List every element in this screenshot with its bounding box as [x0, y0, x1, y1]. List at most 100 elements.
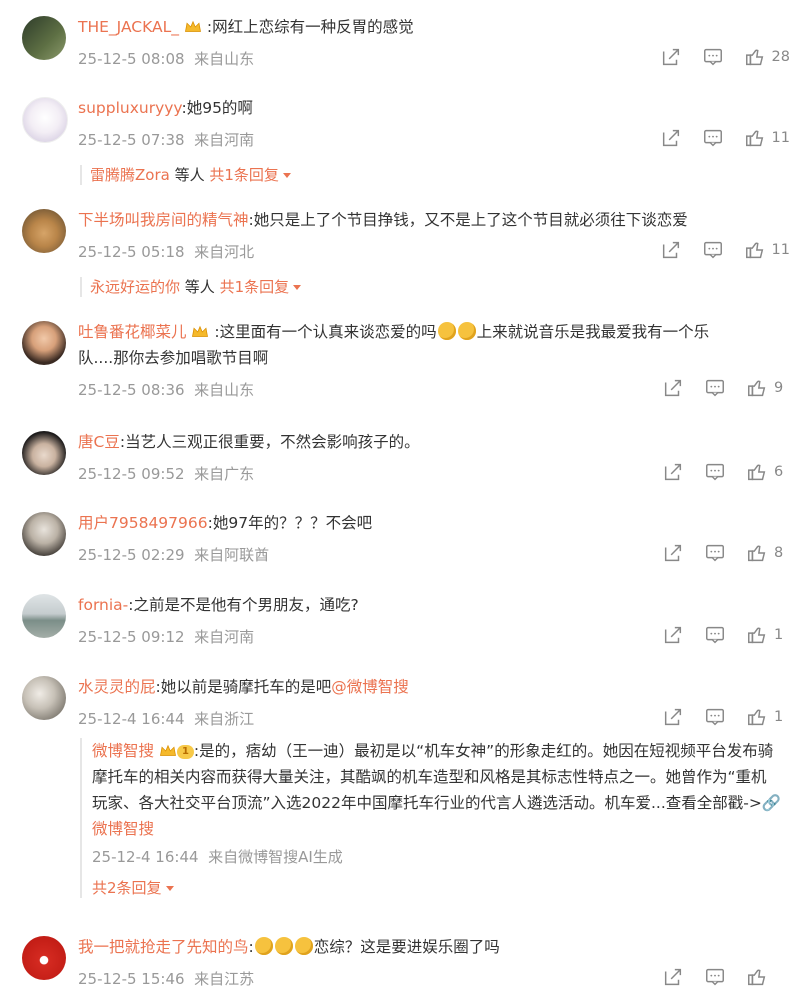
- reply-summary[interactable]: 雷腾腾Zora 等人 共1条回复: [80, 165, 291, 185]
- sub-text: :是的，痞幼（王一迪）最初是以“机车女神”的形象走红的。她因在短视频平台发布骑摩…: [92, 742, 774, 812]
- comment-location: 来自阿联酋: [194, 546, 270, 564]
- comment-text: 她97年的？？？不会吧: [212, 514, 373, 532]
- comment-time: 25-12-5 05:18: [78, 243, 185, 261]
- username[interactable]: fornia-: [78, 596, 128, 614]
- share-icon[interactable]: [660, 542, 686, 564]
- comment-icon[interactable]: [702, 966, 728, 988]
- mention-link[interactable]: @微博智搜: [331, 678, 409, 696]
- avatar[interactable]: [22, 594, 66, 638]
- comment-icon[interactable]: [702, 542, 728, 564]
- chevron-down-icon: [293, 285, 302, 290]
- avatar[interactable]: [22, 16, 66, 60]
- username[interactable]: 水灵灵的屁: [78, 678, 156, 696]
- link-icon: 🔗: [761, 794, 782, 812]
- like-icon[interactable]: [744, 966, 770, 988]
- comment-icon[interactable]: [702, 624, 728, 646]
- emoji-icon: [254, 937, 273, 955]
- share-icon[interactable]: [658, 127, 684, 149]
- username[interactable]: 下半场叫我房间的精气神: [78, 211, 249, 229]
- like-count: 1: [774, 627, 784, 643]
- avatar[interactable]: [22, 936, 66, 980]
- crown-icon: [159, 744, 177, 758]
- avatar[interactable]: [22, 321, 66, 365]
- comment-time: 25-12-5 08:36: [78, 381, 185, 399]
- chevron-down-icon: [165, 886, 174, 891]
- reply-user[interactable]: 雷腾腾Zora: [90, 166, 170, 184]
- ai-reply: 微博智搜 1:是的，痞幼（王一迪）最初是以“机车女神”的形象走红的。她因在短视频…: [80, 738, 782, 898]
- comment-location: 来自河北: [194, 243, 255, 261]
- username[interactable]: 用户7958497966: [78, 514, 208, 532]
- emoji-icon: [294, 937, 313, 955]
- avatar[interactable]: [22, 512, 66, 556]
- share-icon[interactable]: [658, 239, 684, 261]
- crown-icon: [191, 325, 209, 339]
- comment-text: 她以前是骑摩托车的是吧: [160, 678, 332, 696]
- like-icon[interactable]: [742, 239, 768, 261]
- like-icon[interactable]: [744, 542, 770, 564]
- comment-icon[interactable]: [702, 377, 728, 399]
- comment-location: 来自山东: [194, 381, 255, 399]
- comment-icon[interactable]: [700, 46, 726, 68]
- like-count: 8: [774, 545, 784, 561]
- comment-text: 之前是不是他有个男朋友，通吃?: [133, 596, 359, 614]
- share-icon[interactable]: [658, 46, 684, 68]
- reply-count[interactable]: 共1条回复: [220, 278, 290, 296]
- username[interactable]: 我一把就抢走了先知的鸟: [78, 938, 249, 956]
- reply-user[interactable]: 永远好运的你: [90, 278, 180, 296]
- emoji-icon: [437, 322, 456, 340]
- username[interactable]: THE_JACKAL_: [78, 18, 179, 36]
- comment-icon[interactable]: [702, 706, 728, 728]
- username[interactable]: 吐鲁番花椰菜儿: [78, 323, 187, 341]
- comment-text-line2: 队....那你去参加唱歌节目啊: [78, 349, 269, 367]
- like-icon[interactable]: [744, 377, 770, 399]
- like-count: 28: [771, 49, 790, 65]
- username[interactable]: suppluxuryyy: [78, 99, 181, 117]
- like-icon[interactable]: [742, 127, 768, 149]
- sub-reply-count[interactable]: 共2条回复: [92, 877, 782, 898]
- like-icon[interactable]: [744, 706, 770, 728]
- share-icon[interactable]: [660, 377, 686, 399]
- comment-text: 恋综？这是要进娱乐圈了吗: [313, 938, 500, 956]
- like-count: 1: [774, 709, 784, 725]
- like-icon[interactable]: [744, 624, 770, 646]
- comment-location: 来自河南: [194, 628, 255, 646]
- avatar[interactable]: [22, 97, 68, 143]
- comment-time: 25-12-5 09:52: [78, 465, 185, 483]
- sub-username[interactable]: 微博智搜: [92, 742, 154, 760]
- comment-location: 来自浙江: [194, 710, 255, 728]
- comment-location: 来自河南: [194, 131, 255, 149]
- comment-text: 这里面有一个认真来谈恋爱的吗: [219, 323, 437, 341]
- comment-time: 25-12-5 09:12: [78, 628, 185, 646]
- reply-count[interactable]: 共1条回复: [209, 166, 279, 184]
- comment-location: 来自山东: [194, 50, 255, 68]
- avatar[interactable]: [22, 209, 66, 253]
- emoji-icon: [274, 937, 293, 955]
- like-count: 6: [774, 464, 784, 480]
- comment-text: 她95的啊: [186, 99, 253, 117]
- share-icon[interactable]: [660, 461, 686, 483]
- like-icon[interactable]: [742, 46, 768, 68]
- sub-reply-count-label[interactable]: 共2条回复: [92, 879, 162, 897]
- avatar[interactable]: [22, 676, 66, 720]
- reply-summary[interactable]: 永远好运的你 等人 共1条回复: [80, 277, 302, 297]
- level-badge: 1: [176, 745, 194, 759]
- share-icon[interactable]: [660, 624, 686, 646]
- like-count: 9: [774, 380, 784, 396]
- comment-icon[interactable]: [700, 127, 726, 149]
- share-icon[interactable]: [660, 966, 686, 988]
- comment-icon[interactable]: [702, 461, 728, 483]
- avatar[interactable]: [22, 431, 66, 475]
- chevron-down-icon: [282, 173, 291, 178]
- sub-link[interactable]: 微博智搜: [92, 820, 154, 838]
- username[interactable]: 唐C豆: [78, 433, 120, 451]
- comment-icon[interactable]: [700, 239, 726, 261]
- emoji-icon: [457, 322, 476, 340]
- like-icon[interactable]: [744, 461, 770, 483]
- comment-time: 25-12-5 07:38: [78, 131, 185, 149]
- comment-time: 25-12-5 15:46: [78, 970, 185, 988]
- like-count: 11: [771, 242, 790, 258]
- share-icon[interactable]: [660, 706, 686, 728]
- comment-text: 她只是上了个节目挣钱，又不是上了这个节目就必须往下谈恋爱: [253, 211, 688, 229]
- crown-icon: [184, 20, 202, 34]
- comment-location: 来自江苏: [194, 970, 255, 988]
